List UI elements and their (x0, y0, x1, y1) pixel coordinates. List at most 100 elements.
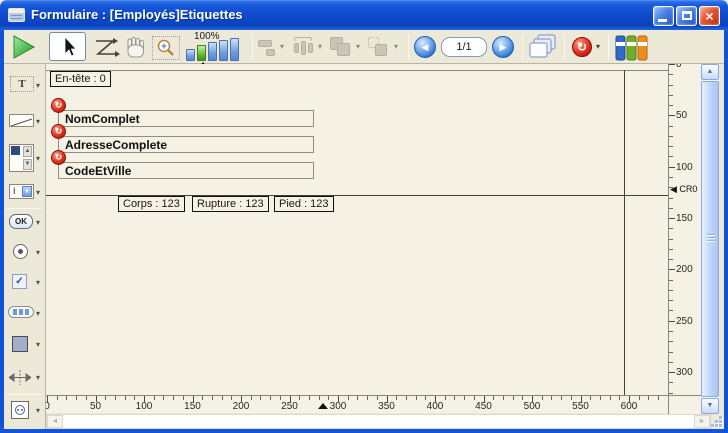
vertical-scroll-thumb[interactable] (701, 81, 719, 397)
ruler-number: 350 (372, 401, 402, 412)
zoom-bar-200[interactable] (208, 42, 217, 61)
next-page-button[interactable]: ▶ (492, 36, 514, 58)
form-boundary-line[interactable] (624, 70, 625, 396)
rectangle-tool-dropdown-icon[interactable]: ▾ (36, 341, 40, 349)
progress-tool-dropdown-icon[interactable]: ▾ (36, 310, 40, 318)
line-tool[interactable]: ▾ (4, 114, 46, 132)
title-bar[interactable]: Formulaire : [Employés]Etiquettes × (0, 0, 728, 30)
plugin-tool-dropdown-icon[interactable]: ▾ (36, 407, 40, 415)
checkbox-tool-dropdown-icon[interactable]: ▾ (36, 279, 40, 287)
duplicate-dropdown-icon: ▾ (394, 43, 398, 51)
plugin-tool[interactable]: ▾ (4, 401, 46, 421)
section-marker[interactable]: Pied : 123 (274, 196, 334, 212)
line-tool-dropdown-icon[interactable]: ▾ (36, 118, 40, 126)
ruler-number: 50 (676, 110, 687, 121)
header-marker-line[interactable] (46, 70, 668, 71)
plugin-tool-icon (11, 401, 29, 419)
page-list-button[interactable] (528, 34, 560, 61)
button-tool-icon: OK (9, 214, 33, 229)
dynamic-variable-badge-icon[interactable]: ↻ (51, 98, 66, 113)
text-tool-dropdown-icon[interactable]: ▾ (36, 82, 40, 90)
horizontal-scrollbar[interactable]: ◄ ► (46, 414, 711, 429)
splitter-tool-icon (9, 370, 31, 390)
palette-separator (7, 394, 41, 395)
magnify-tool-button[interactable] (152, 36, 180, 60)
zoom-bar-800[interactable] (230, 38, 239, 61)
section-marker[interactable]: Rupture : 123 (192, 196, 269, 212)
button-tool[interactable]: OK ▾ (4, 214, 46, 232)
duplicate-objects-button (368, 37, 392, 58)
zoom-bars-widget[interactable]: 100% (184, 31, 246, 63)
text-tool[interactable]: T ▾ (4, 76, 46, 96)
splitter-tool-dropdown-icon[interactable]: ▾ (36, 374, 40, 382)
zoom-level-label: 100% (194, 31, 220, 42)
text-tool-icon: T (10, 76, 34, 92)
ruler-horizontal: 050100150200250300350400450500550600 (46, 395, 668, 413)
ruler-number: 0 (46, 401, 62, 412)
object-palette: T ▾ ▾ ▲▼ ▾ I▼ ▾ OK ▾ ▾ ✓ ▾ ▾ ▾ (4, 64, 46, 429)
progress-tool[interactable]: ▾ (4, 306, 46, 322)
radio-tool-icon (13, 244, 28, 259)
form-field[interactable]: AdresseComplete (58, 136, 314, 153)
next-page-icon: ▶ (500, 42, 507, 52)
ruler-number: 0 (676, 64, 682, 70)
explorer-books-button[interactable] (615, 34, 649, 61)
scroll-left-button[interactable]: ◄ (47, 415, 63, 428)
distribute-dropdown-icon: ▾ (318, 43, 322, 51)
radio-tool[interactable]: ▾ (4, 244, 46, 262)
scroll-down-button[interactable]: ▼ (701, 398, 719, 414)
zoom-bar-400[interactable] (219, 40, 228, 61)
pointer-tool-button[interactable] (49, 32, 86, 61)
window-border-right (724, 30, 728, 433)
scroll-up-button[interactable]: ▲ (701, 64, 719, 80)
form-field[interactable]: CodeEtVille (58, 162, 314, 179)
badges-button[interactable]: ↻ (572, 37, 592, 57)
window-resize-grip[interactable] (710, 414, 724, 429)
combobox-tool[interactable]: I▼ ▾ (4, 184, 46, 202)
entry-order-tool-button[interactable] (92, 37, 120, 59)
close-button[interactable]: × (699, 6, 720, 26)
combobox-tool-dropdown-icon[interactable]: ▾ (36, 189, 40, 197)
layer-dropdown-icon: ▾ (356, 43, 360, 51)
form-canvas[interactable]: En-tête : 0 NomComplet↻AdresseComplete↻C… (46, 64, 668, 396)
button-tool-dropdown-icon[interactable]: ▾ (36, 219, 40, 227)
maximize-button[interactable] (676, 6, 697, 26)
page-indicator[interactable]: 1/1 (441, 37, 487, 57)
listbox-tool-dropdown-icon[interactable]: ▾ (36, 155, 40, 163)
explorer-books-icon (615, 34, 649, 61)
radio-tool-dropdown-icon[interactable]: ▾ (36, 249, 40, 257)
splitter-tool[interactable]: ▾ (4, 370, 46, 386)
previous-page-icon: ◀ (422, 42, 429, 52)
checkbox-tool[interactable]: ✓ ▾ (4, 274, 46, 292)
badges-dropdown-icon[interactable]: ▾ (596, 43, 600, 51)
hand-tool-button[interactable] (123, 36, 149, 60)
scroll-right-button[interactable]: ► (694, 415, 710, 428)
cr-marker-label[interactable]: ◀ CR0 (670, 184, 701, 195)
header-marker-label[interactable]: En-tête : 0 (50, 71, 111, 87)
dynamic-variable-badge-icon[interactable]: ↻ (51, 150, 66, 165)
previous-page-button[interactable]: ◀ (414, 36, 436, 58)
window-border-bottom (0, 429, 728, 433)
zoom-bar-50[interactable] (186, 49, 195, 61)
execute-form-button[interactable] (12, 34, 36, 60)
minimize-button[interactable] (653, 6, 674, 26)
layer-objects-button (330, 37, 354, 58)
rectangle-tool[interactable]: ▾ (4, 336, 46, 354)
vertical-scrollbar[interactable]: ▲ ▼ (701, 64, 719, 414)
align-dropdown-icon: ▾ (280, 43, 284, 51)
minimize-icon (658, 19, 667, 22)
zoom-bar-100-selected[interactable] (197, 45, 206, 61)
ruler-number: 50 (81, 401, 111, 412)
ruler-number: 150 (178, 401, 208, 412)
entry-order-icon (92, 37, 120, 59)
ruler-number: 200 (676, 264, 693, 275)
listbox-tool[interactable]: ▲▼ ▾ (4, 144, 46, 176)
toolbar-separator (608, 34, 609, 60)
form-field[interactable]: NomComplet (58, 110, 314, 127)
section-marker[interactable]: Corps : 123 (118, 196, 185, 212)
form-editor-window: Formulaire : [Employés]Etiquettes × (0, 0, 728, 433)
magnifier-icon (153, 37, 179, 59)
ruler-vertical: ◀ CR0 050100150200250300 (668, 64, 701, 396)
dynamic-variable-badge-icon[interactable]: ↻ (51, 124, 66, 139)
window-title: Formulaire : [Employés]Etiquettes (31, 0, 243, 30)
